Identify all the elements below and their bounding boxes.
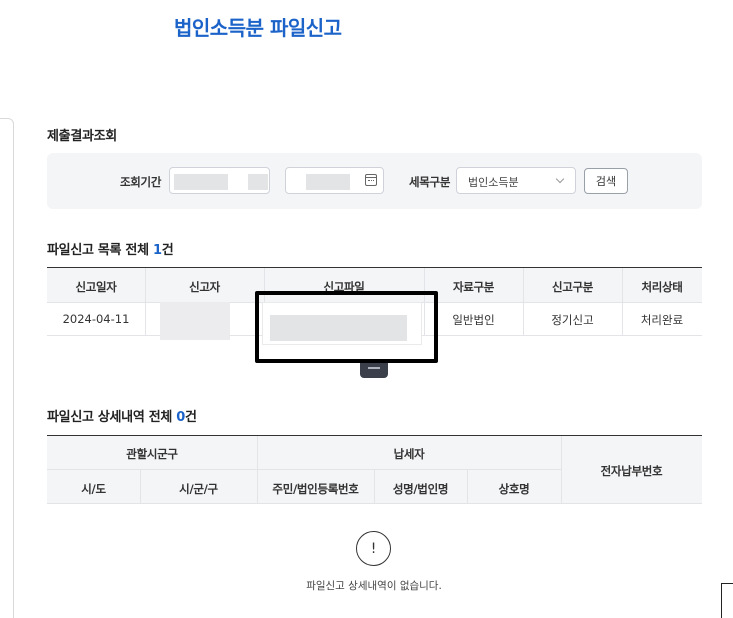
period-end-input[interactable] [285,167,384,194]
period-start-input[interactable] [169,167,270,194]
calendar-icon[interactable] [365,174,377,186]
search-panel: 조회기간 세목구분 법인소득분 검색 [47,153,702,209]
col-data-type: 자료구분 [452,280,495,294]
col-city: 시/군/구 [179,482,218,496]
period-label: 조회기간 [120,175,162,189]
report-type-cell: 정기신고 [551,313,594,327]
tax-type-select[interactable]: 법인소득분 [456,167,576,194]
col-payment-no: 전자납부번호 [600,464,663,478]
reporter-cell [160,302,230,340]
detail-list-title: 파일신고 상세내역 전체 0건 [47,410,197,425]
search-section-title: 제출결과조회 [47,129,117,144]
data-type-cell: 일반법인 [452,313,495,327]
col-jurisdiction: 관할시군구 [126,447,178,461]
file-list-title: 파일신고 목록 전체 1건 [47,243,174,258]
overlay-fragment [721,583,733,618]
detail-list-count: 0 [176,410,186,425]
alert-icon: ! [356,531,391,566]
side-panel-edge [0,118,14,618]
page-title: 법인소득분 파일신고 [174,16,342,40]
status-cell: 처리완료 [640,313,684,327]
tax-type-value: 법인소득분 [468,176,519,189]
col-report-date: 신고일자 [75,280,117,294]
col-reporter: 신고자 [189,280,220,294]
col-reg-no: 주민/법인등록번호 [272,482,359,496]
empty-message: 파일신고 상세내역이 없습니다. [306,580,442,592]
col-report-type: 신고구분 [551,280,594,294]
col-name: 성명/법인명 [392,482,449,496]
tooltip-handle [360,363,388,378]
focus-highlight [255,291,438,363]
col-business-name: 상호명 [498,482,530,496]
tax-type-label: 세목구분 [409,175,451,189]
chevron-down-icon [555,174,565,184]
col-province: 시/도 [81,482,106,496]
search-button[interactable]: 검색 [584,168,628,194]
file-list-count: 1 [152,243,162,258]
col-status: 처리상태 [641,280,683,294]
col-taxpayer: 납세자 [393,447,425,461]
report-date-cell: 2024-04-11 [62,312,130,326]
